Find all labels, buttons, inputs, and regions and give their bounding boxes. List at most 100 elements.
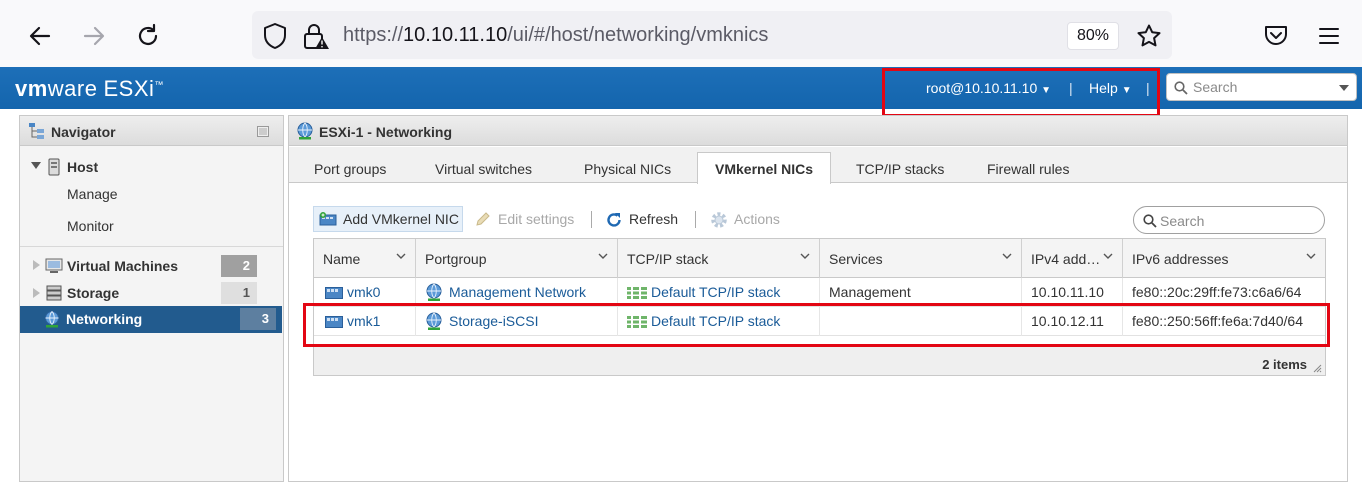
collapse-panel-icon[interactable] — [257, 126, 269, 137]
tab-tcpip-stacks[interactable]: TCP/IP stacks — [856, 161, 944, 177]
table-header: Name Portgroup TCP/IP stack Services IPv… — [314, 239, 1325, 278]
forward-button[interactable] — [78, 20, 110, 52]
logo-tm: ™ — [154, 79, 164, 90]
navigator-title: Navigator — [51, 124, 116, 140]
url-path: /ui/#/host/networking/vmknics — [507, 24, 769, 46]
chevron-down-icon[interactable] — [598, 253, 608, 259]
navigator-divider — [20, 246, 283, 247]
storage-icon — [46, 285, 62, 301]
navigator-header: Navigator — [20, 116, 283, 146]
chevron-down-icon[interactable] — [396, 253, 406, 259]
reload-button[interactable] — [132, 20, 164, 52]
column-header-label: TCP/IP stack — [627, 251, 709, 267]
vmk-name-link[interactable]: vmk0 — [347, 284, 380, 300]
portgroup-link[interactable]: Management Network — [449, 284, 586, 300]
expand-arrow-icon[interactable] — [31, 162, 41, 170]
tree-item-networking[interactable]: Networking 3 — [20, 306, 282, 333]
toolbar-divider — [695, 211, 696, 228]
logo-vm: vm — [15, 76, 48, 101]
column-header-portgroup[interactable]: Portgroup — [416, 239, 618, 278]
networking-globe-icon — [45, 311, 59, 328]
hamburger-menu-icon[interactable] — [1318, 26, 1340, 46]
add-nic-icon — [319, 212, 337, 226]
column-header-label: IPv6 addresses — [1132, 251, 1229, 267]
navigator-icon — [29, 123, 44, 139]
actions-label: Actions — [734, 211, 780, 227]
tcpip-stack-link[interactable]: Default TCP/IP stack — [651, 284, 780, 300]
url-text[interactable]: https://10.10.11.10/ui/#/host/networking… — [343, 24, 768, 47]
column-header-label: Portgroup — [425, 251, 487, 267]
tab-vmkernel-nics[interactable]: VMkernel NICs — [697, 152, 832, 184]
portgroup-globe-icon — [426, 283, 442, 301]
expand-arrow-icon[interactable] — [33, 288, 40, 298]
shield-icon[interactable] — [262, 22, 288, 50]
networking-globe-icon — [297, 122, 313, 140]
search-icon — [1143, 214, 1157, 228]
column-header-services[interactable]: Services — [820, 239, 1022, 278]
grid-search-placeholder: Search — [1160, 213, 1205, 229]
refresh-label: Refresh — [629, 211, 679, 227]
header-search-input[interactable]: Search — [1166, 73, 1357, 101]
column-header-ipv4[interactable]: IPv4 add… — [1022, 239, 1123, 278]
table-footer: 2 items — [314, 346, 1325, 375]
add-vmkernel-nic-button[interactable]: Add VMkernel NIC — [313, 206, 463, 232]
back-arrow-icon — [29, 26, 51, 46]
edit-settings-label: Edit settings — [498, 211, 575, 227]
pocket-icon[interactable] — [1263, 24, 1289, 48]
vmware-esxi-logo: vmware ESXi™ — [15, 76, 164, 102]
highlight-box-user-help — [882, 68, 1160, 117]
add-vmkernel-nic-label: Add VMkernel NIC — [343, 211, 459, 227]
chevron-down-icon[interactable] — [1002, 253, 1012, 259]
chevron-down-icon[interactable] — [1103, 253, 1113, 259]
url-prefix: https:// — [343, 24, 404, 46]
grid-search-input[interactable]: Search — [1133, 206, 1325, 234]
column-header-tcpip-stack[interactable]: TCP/IP stack — [618, 239, 820, 278]
forward-arrow-icon — [83, 26, 105, 46]
logo-product: ESXi — [103, 76, 155, 101]
vm-count-badge: 2 — [221, 255, 257, 277]
nav-networking-label: Networking — [66, 311, 143, 327]
tcpip-stack-icon — [627, 287, 647, 299]
networking-count-badge: 3 — [240, 308, 276, 330]
main-panel-header: ESXi-1 - Networking — [289, 116, 1347, 146]
reload-icon — [138, 23, 158, 45]
tab-bar: Port groups Virtual switches Physical NI… — [289, 147, 1347, 184]
vmkernel-nic-icon — [325, 287, 343, 299]
column-header-name[interactable]: Name — [314, 239, 416, 278]
host-server-icon — [48, 158, 60, 176]
bookmark-star-icon[interactable] — [1136, 23, 1162, 49]
nav-virtual-machines-label: Virtual Machines — [67, 258, 179, 274]
gear-icon — [711, 212, 727, 228]
nav-monitor[interactable]: Monitor — [67, 218, 114, 234]
host-label: Host — [67, 159, 99, 175]
virtual-machine-icon — [45, 258, 63, 273]
caret-down-icon[interactable] — [1339, 85, 1349, 91]
resize-grip-icon[interactable] — [1313, 364, 1322, 373]
nav-storage-label: Storage — [67, 285, 120, 301]
item-count: 2 items — [1262, 357, 1307, 372]
expand-arrow-icon[interactable] — [33, 260, 40, 270]
toolbar-divider — [591, 211, 592, 228]
column-header-label: Name — [323, 251, 361, 267]
back-button[interactable] — [24, 20, 56, 52]
chevron-down-icon[interactable] — [800, 253, 810, 259]
tab-firewall-rules[interactable]: Firewall rules — [987, 161, 1069, 177]
chevron-down-icon[interactable] — [1306, 253, 1316, 259]
nav-manage[interactable]: Manage — [67, 186, 118, 202]
storage-count-badge: 1 — [221, 282, 257, 304]
column-header-ipv6[interactable]: IPv6 addresses — [1123, 239, 1325, 278]
column-header-label: IPv4 add… — [1031, 251, 1101, 267]
insecure-lock-icon[interactable] — [302, 21, 330, 51]
search-placeholder: Search — [1193, 79, 1238, 95]
tab-physical-nics[interactable]: Physical NICs — [584, 161, 671, 177]
highlight-box-vmk1-row — [303, 303, 1330, 347]
zoom-level-button[interactable]: 80% — [1067, 22, 1119, 50]
column-header-label: Services — [829, 251, 883, 267]
page-title: ESXi-1 - Networking — [319, 124, 453, 140]
refresh-icon — [607, 213, 621, 227]
logo-ware: ware — [47, 76, 98, 101]
tab-virtual-switches[interactable]: Virtual switches — [435, 161, 532, 177]
tab-port-groups[interactable]: Port groups — [314, 161, 386, 177]
url-host: 10.10.11.10 — [403, 24, 508, 46]
search-icon — [1174, 81, 1188, 95]
